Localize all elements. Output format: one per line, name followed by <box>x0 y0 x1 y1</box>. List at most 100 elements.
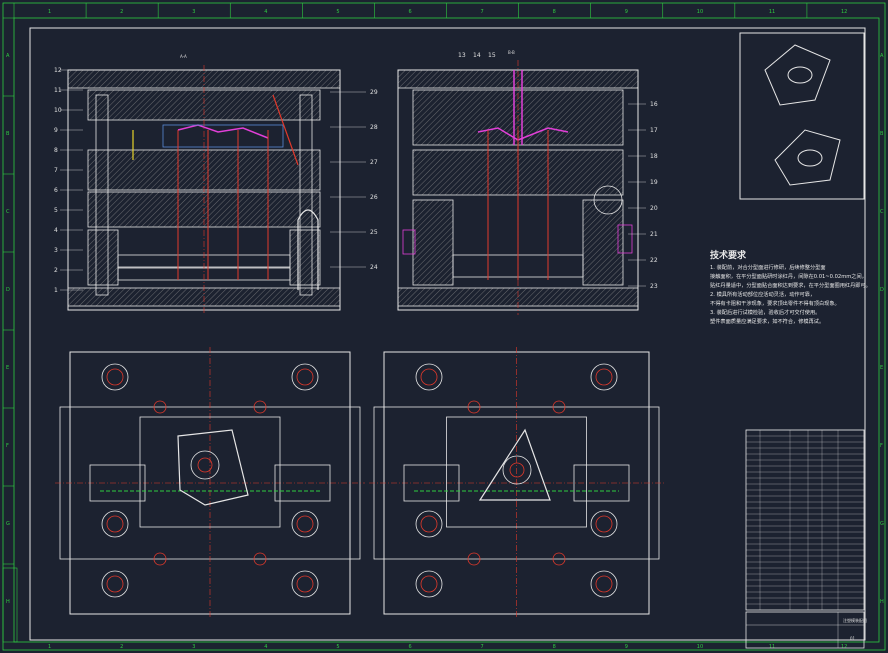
part-number: 7 <box>54 167 58 174</box>
part-number: 29 <box>370 89 378 96</box>
plan-right-bolt-hole <box>595 368 613 386</box>
plan-left-boss <box>101 510 129 538</box>
spacer-block-right <box>289 229 321 286</box>
notes-line: 2. 模具所有活动部位应活动灵活，动作可靠， <box>710 292 816 298</box>
part-number: 19 <box>650 179 658 186</box>
part-number: 10 <box>54 107 62 114</box>
plan-right-boss <box>590 510 618 538</box>
part-number: 14 <box>473 52 481 59</box>
plan-right-boss <box>590 570 618 598</box>
part-number: 27 <box>370 159 378 166</box>
plan-right-bolt-hole <box>420 368 438 386</box>
part-number: 6 <box>54 187 58 194</box>
plan-right-boss <box>415 510 443 538</box>
part-number: 9 <box>54 127 58 134</box>
sheet-number: 01 <box>850 636 856 641</box>
part-number: 23 <box>650 283 658 290</box>
grid-column-label: 6 <box>408 644 411 650</box>
grid-row-label: A <box>880 53 884 59</box>
part-iso-bottom <box>774 129 841 186</box>
section-label-left: A-A <box>180 54 187 59</box>
plan-left-bolt-hole <box>106 575 124 593</box>
plan-left-boss <box>291 570 319 598</box>
grid-row-label: E <box>6 365 9 371</box>
grid-row-label: F <box>6 443 9 449</box>
grid-column-label: 2 <box>120 9 123 15</box>
part-number: 11 <box>54 87 62 94</box>
part-number: 25 <box>370 229 378 236</box>
grid-column-label: 6 <box>408 9 411 15</box>
part-number: 15 <box>488 52 496 59</box>
grid-column-label: 4 <box>264 9 267 15</box>
part-number: 13 <box>458 52 466 59</box>
plan-right-boss <box>590 363 618 391</box>
grid-row-label: C <box>880 209 884 215</box>
plan-left-bolt-hole <box>296 575 314 593</box>
plan-right-bolt-hole <box>595 575 613 593</box>
part-number: 1 <box>54 287 58 294</box>
grid-column-label: 11 <box>769 644 775 650</box>
grid-column-label: 3 <box>192 644 195 650</box>
technical-requirements: 技术要求 1. 装配前，对合分型面进行修研，后续修整分型面 接触面积，在平分型面… <box>710 252 885 327</box>
part-iso-top <box>764 44 831 106</box>
grid-column-label: 1 <box>48 644 51 650</box>
notes-line: 接触面积，在平分型面贴研时涂红丹，间隙在0.01~0.02mm之间， <box>710 274 867 280</box>
grid-column-label: 4 <box>264 644 267 650</box>
plan-right-boss <box>415 363 443 391</box>
part-number: 20 <box>650 205 658 212</box>
part-number: 12 <box>54 67 62 74</box>
grid-column-label: 9 <box>625 9 628 15</box>
spacer-block-left <box>87 229 119 286</box>
part-number: 2 <box>54 267 58 274</box>
grid-column-label: 1 <box>48 9 51 15</box>
fixed-mold-plate <box>87 89 321 121</box>
grid-column-label: 8 <box>553 644 556 650</box>
notes-line: 3. 装配后进行试模检验，验收后才可交付使用。 <box>710 310 821 316</box>
plan-right-bolt-hole <box>420 575 438 593</box>
sprue-ring <box>502 455 532 485</box>
part-iso-hole <box>787 66 813 84</box>
part-number: 28 <box>370 124 378 131</box>
plan-right-bolt-hole <box>595 515 613 533</box>
grid-column-label: 10 <box>697 9 703 15</box>
part-number: 4 <box>54 227 58 234</box>
part-outline-left <box>177 429 249 506</box>
grid-row-label: C <box>6 209 10 215</box>
plan-left-boss <box>101 570 129 598</box>
plan-left-boss <box>291 510 319 538</box>
plan-left-boss <box>101 363 129 391</box>
part-outline-right <box>478 428 551 501</box>
plan-left-bolt-hole <box>296 515 314 533</box>
plastic-part-section <box>177 124 269 139</box>
part-iso-hole <box>797 149 823 167</box>
plan-left-bolt-hole <box>106 515 124 533</box>
grid-column-label: 12 <box>841 9 847 15</box>
grid-column-label: 11 <box>769 9 775 15</box>
grid-row-label: D <box>6 287 10 293</box>
cad-drawing-canvas: 1 1 2 2 3 3 4 4 5 5 6 6 7 7 8 8 9 9 10 10 11 11 12 12 A A B B C C D D E E… <box>0 0 888 653</box>
stamp-box <box>2 567 18 643</box>
part-number: 8 <box>54 147 58 154</box>
grid-column-label: 12 <box>841 644 847 650</box>
grid-column-label: 5 <box>336 9 339 15</box>
notes-line: 不得有卡阻和干涉现象，要求顶出零件不得有顶白现象。 <box>710 301 840 307</box>
grid-row-label: F <box>880 443 883 449</box>
gate-ring <box>190 450 220 480</box>
grid-row-label: A <box>6 53 10 59</box>
plan-right-bolt-hole <box>420 515 438 533</box>
part-number: 21 <box>650 231 658 238</box>
grid-row-label: G <box>880 521 884 527</box>
sprue-hole <box>509 462 525 478</box>
part-number: 22 <box>650 257 658 264</box>
notes-line: 1. 装配前，对合分型面进行修研，后续修整分型面 <box>710 265 826 271</box>
drawing-title: 注塑模装配图 <box>843 617 867 623</box>
grid-column-label: 8 <box>553 9 556 15</box>
grid-column-label: 10 <box>697 644 703 650</box>
grid-column-label: 7 <box>481 9 484 15</box>
grid-row-label: B <box>880 131 884 137</box>
part-number: 16 <box>650 101 658 108</box>
notes-title: 技术要求 <box>710 251 747 261</box>
grid-column-label: 7 <box>481 644 484 650</box>
part-number: 24 <box>370 264 378 271</box>
plan-left-boss <box>291 363 319 391</box>
